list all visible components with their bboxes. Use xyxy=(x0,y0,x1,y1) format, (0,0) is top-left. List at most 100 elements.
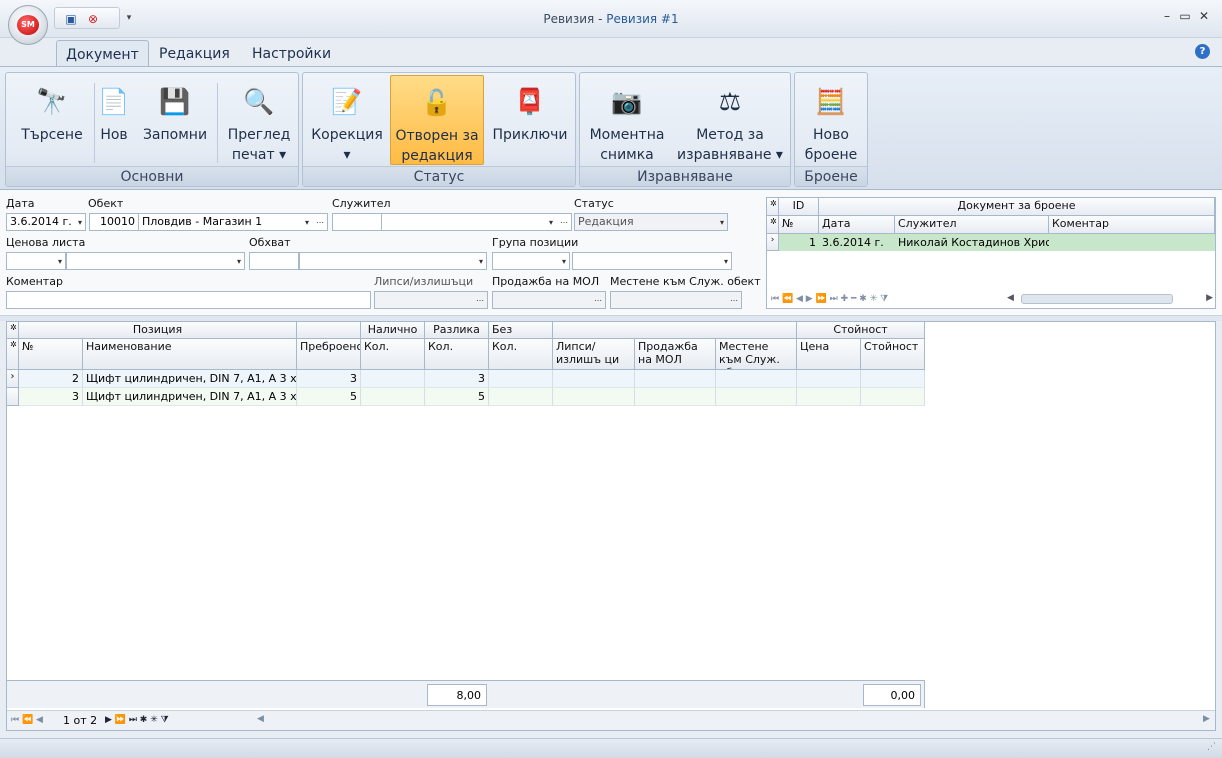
group-field[interactable]: ▾ xyxy=(572,252,732,270)
col-difference-qty[interactable]: Кол. xyxy=(425,339,489,370)
table-title: Документ за броене xyxy=(819,198,1215,216)
group-basic: 🔭 Търсене 📄 Нов 💾 Запомни 🔍 Преглед печат ▾ О… xyxy=(5,72,299,187)
employee-code-field[interactable] xyxy=(332,213,382,231)
stamp-icon: 📮 xyxy=(514,87,546,116)
col-sale[interactable]: Продажба на МОЛ xyxy=(635,339,716,370)
chevron-down-icon: ▾ xyxy=(57,257,62,266)
chevron-down-icon: ▾ xyxy=(304,218,309,227)
ellipsis-icon[interactable]: ⋯ xyxy=(316,214,324,230)
sale-mol-field[interactable]: ⋯ xyxy=(492,291,606,309)
nav-last-icons[interactable]: ▶ ⏩ ⏭ ✱ ✳ ⧩ xyxy=(105,715,169,725)
move-field[interactable]: ⋯ xyxy=(610,291,742,309)
tab-settings[interactable]: Настройки xyxy=(243,40,340,66)
col-no-eq-qty[interactable]: Кол. xyxy=(489,339,553,370)
scroll-right-icon[interactable]: ▶ xyxy=(1203,714,1210,724)
object-code-field[interactable]: 10010 xyxy=(89,213,139,231)
col-counted[interactable]: Преброено xyxy=(297,339,361,370)
nav-first-icons[interactable]: ⏮ ⏪ ◀ xyxy=(11,715,43,725)
new-button[interactable]: 📄 Нов xyxy=(96,75,132,165)
table-row[interactable]: 1 3.6.2014 г. Николай Костадинов Христов xyxy=(779,234,1215,251)
price-list-code-field[interactable]: ▾ xyxy=(6,252,66,270)
unlock-icon: 🔓 xyxy=(421,88,453,117)
object-label: Обект xyxy=(88,197,124,210)
resize-grip-icon[interactable]: ⋰ xyxy=(1207,742,1216,752)
count-documents-table: ✲ ID Документ за броене ✲ № Дата Служите… xyxy=(766,197,1216,309)
close-icon[interactable]: ✕ xyxy=(1196,8,1212,24)
col-no[interactable]: № xyxy=(19,339,83,370)
col-price[interactable]: Цена xyxy=(797,339,861,370)
group-equalize-caption: Изравняване xyxy=(580,166,790,186)
col-date[interactable]: Дата xyxy=(819,216,895,234)
ellipsis-icon[interactable]: ⋯ xyxy=(476,292,484,308)
col-name[interactable]: Наименование xyxy=(83,339,297,370)
row-date: 3.6.2014 г. xyxy=(822,236,884,249)
finish-button[interactable]: 📮 Приключи xyxy=(489,75,571,165)
positions-grid: ✲ Позиция Налично Разлика Без Изра... Ст… xyxy=(6,321,1216,731)
maximize-icon[interactable]: ▭ xyxy=(1177,8,1193,24)
row-indicator-icon[interactable]: › xyxy=(767,234,779,251)
right-table-navigator[interactable]: ⏮ ⏪ ◀ ▶ ⏩ ⏭ ✚ ━ ✱ ✳ ⧩ xyxy=(771,294,888,304)
title-bar: SM ▣ ⊗ ▾ Ревизия - Ревизия #1 – ▭ ✕ xyxy=(0,0,1222,45)
scope-code-field[interactable] xyxy=(249,252,299,270)
ellipsis-icon[interactable]: ⋯ xyxy=(560,214,568,230)
row-difference: 5 xyxy=(425,388,489,406)
row-name: Щифт цилиндричен, DIN 7, A1, A 3 x 8 xyxy=(83,388,297,406)
col-available-qty[interactable]: Кол. xyxy=(361,339,425,370)
new-count-button[interactable]: 🧮 Ново броене xyxy=(799,75,863,165)
open-for-edit-button[interactable]: 🔓 Отворен за редакция xyxy=(390,75,484,165)
snapshot-button[interactable]: 📷 Моментна снимка xyxy=(586,75,668,165)
shortage-field[interactable]: ⋯ xyxy=(374,291,488,309)
ellipsis-icon[interactable]: ⋯ xyxy=(730,292,738,308)
minimize-icon[interactable]: – xyxy=(1159,8,1175,24)
scope-field[interactable]: ▾ xyxy=(299,252,487,270)
group-code-field[interactable]: ▾ xyxy=(492,252,570,270)
row-counted: 3 xyxy=(297,370,361,388)
row-indicator-icon[interactable]: › xyxy=(7,370,19,388)
row-indicator[interactable] xyxy=(7,388,19,406)
chevron-down-icon: ▾ xyxy=(77,218,82,227)
row-counted: 5 xyxy=(297,388,361,406)
price-list-label: Ценова листа xyxy=(6,236,86,249)
col-move[interactable]: Местене към Служ. обект xyxy=(716,339,797,370)
tab-edit[interactable]: Редакция xyxy=(150,40,239,66)
comment-field[interactable] xyxy=(6,291,371,309)
chevron-down-icon: ▾ xyxy=(548,218,553,227)
date-field[interactable]: 3.6.2014 г. ▾ xyxy=(6,213,86,231)
col-no[interactable]: № xyxy=(779,216,819,234)
tab-document[interactable]: Документ xyxy=(56,40,149,66)
select-all-icon[interactable]: ✲ xyxy=(7,322,19,339)
group-equalize: 📷 Моментна снимка ⚖ Метод за изравняване ▾ И… xyxy=(579,72,791,187)
scroll-left-icon[interactable]: ◀ xyxy=(1007,293,1014,303)
correction-button[interactable]: 📝 Корекция ▾ xyxy=(309,75,385,165)
ellipsis-icon[interactable]: ⋯ xyxy=(594,292,602,308)
chevron-down-icon: ▾ xyxy=(719,218,724,227)
horizontal-scrollbar[interactable]: ◀ ▶ xyxy=(1007,293,1213,305)
status-field[interactable]: Редакция ▾ xyxy=(574,213,728,231)
col-shortage[interactable]: Липси/излишъ ци xyxy=(553,339,635,370)
scroll-left-icon[interactable]: ◀ xyxy=(257,714,264,724)
price-list-field[interactable]: ▾ xyxy=(66,252,245,270)
col-comment[interactable]: Коментар xyxy=(1049,216,1215,234)
table-row[interactable]: 2 Щифт цилиндричен, DIN 7, A1, A 3 x 12 … xyxy=(19,370,925,388)
app-menu-button[interactable]: SM xyxy=(8,5,48,45)
col-value[interactable]: Стойност xyxy=(861,339,925,370)
col-employee[interactable]: Служител xyxy=(895,216,1049,234)
search-button[interactable]: 🔭 Търсене xyxy=(12,75,92,165)
row-available xyxy=(361,388,425,406)
col-id[interactable]: ID xyxy=(779,198,819,216)
print-preview-button[interactable]: 🔍 Преглед печат ▾ xyxy=(222,75,296,165)
row-available xyxy=(361,370,425,388)
col-group-difference: Разлика xyxy=(425,322,489,339)
equalize-method-button[interactable]: ⚖ Метод за изравняване ▾ xyxy=(674,75,786,165)
select-all-icon[interactable]: ✲ xyxy=(767,198,779,216)
chevron-down-icon: ▾ xyxy=(236,257,241,266)
scroll-thumb[interactable] xyxy=(1021,294,1173,304)
save-button[interactable]: 💾 Запомни xyxy=(138,75,212,165)
table-row[interactable]: 3 Щифт цилиндричен, DIN 7, A1, A 3 x 8 5… xyxy=(19,388,925,406)
group-count: 🧮 Ново броене Броене xyxy=(794,72,868,187)
object-name-field[interactable]: Пловдив - Магазин 1 ▾ ⋯ xyxy=(138,213,328,231)
help-icon[interactable]: ? xyxy=(1195,44,1210,59)
scroll-right-icon[interactable]: ▶ xyxy=(1206,293,1213,303)
grid-navigator: ⏮ ⏪ ◀ 1 от 2 ▶ ⏩ ⏭ ✱ ✳ ⧩ ◀ ▶ xyxy=(7,710,1215,730)
employee-field[interactable]: ▾ ⋯ xyxy=(381,213,572,231)
